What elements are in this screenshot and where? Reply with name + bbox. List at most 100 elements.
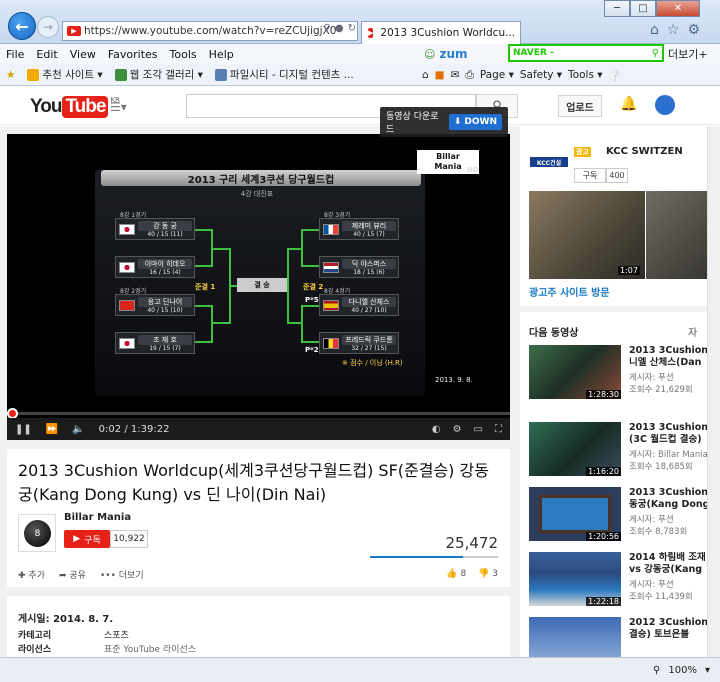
volume-icon[interactable]: 🔈: [72, 424, 84, 435]
video-thumbnail: [529, 617, 621, 657]
share-button[interactable]: ➦ 공유: [59, 568, 86, 581]
close-tab-icon[interactable]: ✕: [519, 27, 520, 40]
annotations-icon[interactable]: ◐: [432, 424, 441, 435]
video-duration: 1:22:18: [586, 597, 621, 606]
vertical-scrollbar[interactable]: [707, 126, 720, 657]
france-flag-icon: [323, 224, 339, 235]
home-icon[interactable]: ⌂: [422, 69, 429, 81]
round-label: 8강 3경기: [324, 212, 351, 219]
related-video[interactable]: 1:28:30 2013 3Cushion 니엘 산체스(Dan 게시자: 푸션…: [529, 345, 719, 405]
korea-flag-icon: [119, 338, 135, 349]
help-icon[interactable]: ❔: [609, 69, 622, 82]
pause-icon[interactable]: ❚❚: [15, 424, 32, 435]
ad-badge: 광고: [574, 147, 591, 157]
menu-view[interactable]: View: [64, 48, 102, 61]
cmd-tools[interactable]: Tools ▾: [568, 69, 602, 81]
favorites-star-icon[interactable]: ★: [0, 69, 21, 81]
like-button[interactable]: 👍 8: [446, 569, 466, 579]
likes-group: 👍 8 👎 3: [446, 569, 498, 579]
favorites-star-icon[interactable]: ☆: [667, 22, 680, 40]
chevron-down-icon[interactable]: ▾: [705, 665, 710, 676]
search-icon[interactable]: ⚲: [652, 48, 659, 59]
player-box: 8강 2경기 응고 딘나이 40 / 15 (10): [115, 288, 195, 316]
refresh-icon[interactable]: ↻: [348, 23, 356, 39]
youtube-logo[interactable]: You Tube KR: [30, 96, 120, 118]
guide-menu-icon[interactable]: ☰▾: [110, 100, 132, 114]
more-tools-link[interactable]: 더보기+: [668, 46, 708, 62]
zoom-level[interactable]: 100%: [668, 665, 697, 676]
more-button[interactable]: ••• 더보기: [100, 568, 144, 581]
window-controls: ─ □ ✕: [604, 0, 716, 18]
category-label: 카테고리: [18, 631, 52, 641]
fav-label: 웹 조각 갤러리 ▾: [129, 69, 203, 81]
ad-thumbnail-2[interactable]: [646, 191, 716, 279]
subscribe-label: 구독: [84, 535, 101, 546]
ad-channel-name[interactable]: KCC SWITZEN: [606, 146, 683, 157]
maximize-button[interactable]: □: [630, 0, 656, 17]
favorite-filecity[interactable]: 파일시티 - 디지털 컨텐츠 ...: [209, 67, 360, 82]
print-icon[interactable]: ⎙: [465, 69, 473, 82]
player-box: 딕 야스퍼스 18 / 15 (6): [319, 256, 399, 278]
favorite-web-slice[interactable]: 웹 조각 갤러리 ▾: [109, 67, 209, 82]
video-title-line1: 2012 3Cushion: [629, 617, 709, 628]
cmd-page[interactable]: Page ▾: [480, 69, 514, 81]
related-video[interactable]: 1:20:56 2013 3Cushion 동궁(Kang Dong 게시자: …: [529, 487, 719, 547]
search-icon[interactable]: ⚲: [324, 23, 331, 39]
naver-search-box[interactable]: NAVER - ⚲: [508, 44, 664, 62]
player-name: 응고 딘나이: [138, 297, 192, 307]
favorite-recommended-sites[interactable]: 추천 사이트 ▾: [21, 67, 108, 82]
add-button[interactable]: ✚ 추가: [18, 568, 45, 581]
gear-icon[interactable]: ⚙: [687, 22, 700, 40]
video-channel: 게시자: Billar Mania: [629, 450, 708, 460]
progress-bar[interactable]: [7, 412, 510, 415]
related-video[interactable]: 1:22:18 2014 하림배 조재 vs 강동궁(Kang 게시자: 푸션 …: [529, 552, 719, 612]
menu-file[interactable]: File: [0, 48, 30, 61]
related-video[interactable]: 2012 3Cushion 결승) 토브욘블: [529, 617, 719, 657]
fav-label: 추천 사이트 ▾: [42, 69, 103, 81]
address-url: https://www.youtube.com/watch?v=reZCUjig…: [84, 25, 337, 37]
dislike-button[interactable]: 👎 3: [478, 569, 498, 579]
upload-button[interactable]: 업로드: [558, 95, 602, 117]
fullscreen-icon[interactable]: ⛶: [495, 424, 502, 435]
video-player[interactable]: 2013 구리 세계3쿠션 당구월드컵 4강 대진표 Billar Mania …: [7, 134, 510, 440]
forward-button[interactable]: →: [37, 16, 59, 38]
menu-tools[interactable]: Tools: [164, 48, 203, 61]
settings-icon[interactable]: ⚙: [453, 424, 462, 435]
browser-tab[interactable]: ▶ 2013 3Cushion Worldcu... ✕: [361, 21, 521, 44]
video-title-line1: 2013 3Cushion: [629, 345, 709, 356]
video-duration: 1:16:20: [586, 467, 621, 476]
player-box: 8강 1경기 강 동 궁 40 / 15 (11): [115, 212, 195, 240]
ad-subscribe-button[interactable]: 구독: [574, 168, 606, 183]
bell-icon[interactable]: 🔔: [620, 96, 637, 112]
next-icon[interactable]: ⏩: [46, 424, 58, 435]
category-value[interactable]: 스포츠: [104, 628, 129, 641]
subscribe-button[interactable]: ▶ 구독: [64, 530, 110, 548]
menu-help[interactable]: Help: [203, 48, 240, 61]
mail-icon[interactable]: ✉: [451, 69, 460, 81]
zoom-icon: ⚲: [653, 664, 661, 676]
controls-right: ◐ ⚙ ▭ ⛶: [432, 424, 502, 435]
bing-icon: [27, 68, 40, 81]
menu-edit[interactable]: Edit: [30, 48, 63, 61]
close-window-button[interactable]: ✕: [656, 0, 700, 17]
download-button[interactable]: ⬇ DOWN: [448, 114, 502, 130]
related-video[interactable]: 1:16:20 2013 3Cushion (3C 월드컵 결승) 게시자: B…: [529, 422, 719, 482]
video-duration: 1:28:30: [586, 390, 621, 399]
home-icon[interactable]: ⌂: [650, 22, 659, 40]
channel-avatar[interactable]: 8: [18, 514, 56, 552]
lock-icon[interactable]: ●: [335, 23, 344, 39]
minimize-button[interactable]: ─: [604, 0, 630, 17]
ad-site-link[interactable]: 광고주 사이트 방문: [529, 284, 610, 299]
player-name: 강 동 궁: [138, 221, 192, 231]
player-name: 제레미 뷰리: [342, 221, 396, 231]
channel-name[interactable]: Billar Mania: [64, 512, 131, 523]
logo-tube: Tube: [62, 96, 109, 118]
theater-mode-icon[interactable]: ▭: [474, 424, 483, 435]
command-bar: ⌂ ■ ✉ ⎙ Page ▾ Safety ▾ Tools ▾ ❔: [422, 64, 720, 86]
zum-toolbar[interactable]: ☺ zum: [424, 45, 502, 63]
back-button[interactable]: ←: [8, 12, 36, 40]
avatar[interactable]: [655, 95, 675, 115]
cmd-safety[interactable]: Safety ▾: [520, 69, 562, 81]
rss-icon[interactable]: ■: [435, 69, 445, 81]
menu-favorites[interactable]: Favorites: [102, 48, 164, 61]
